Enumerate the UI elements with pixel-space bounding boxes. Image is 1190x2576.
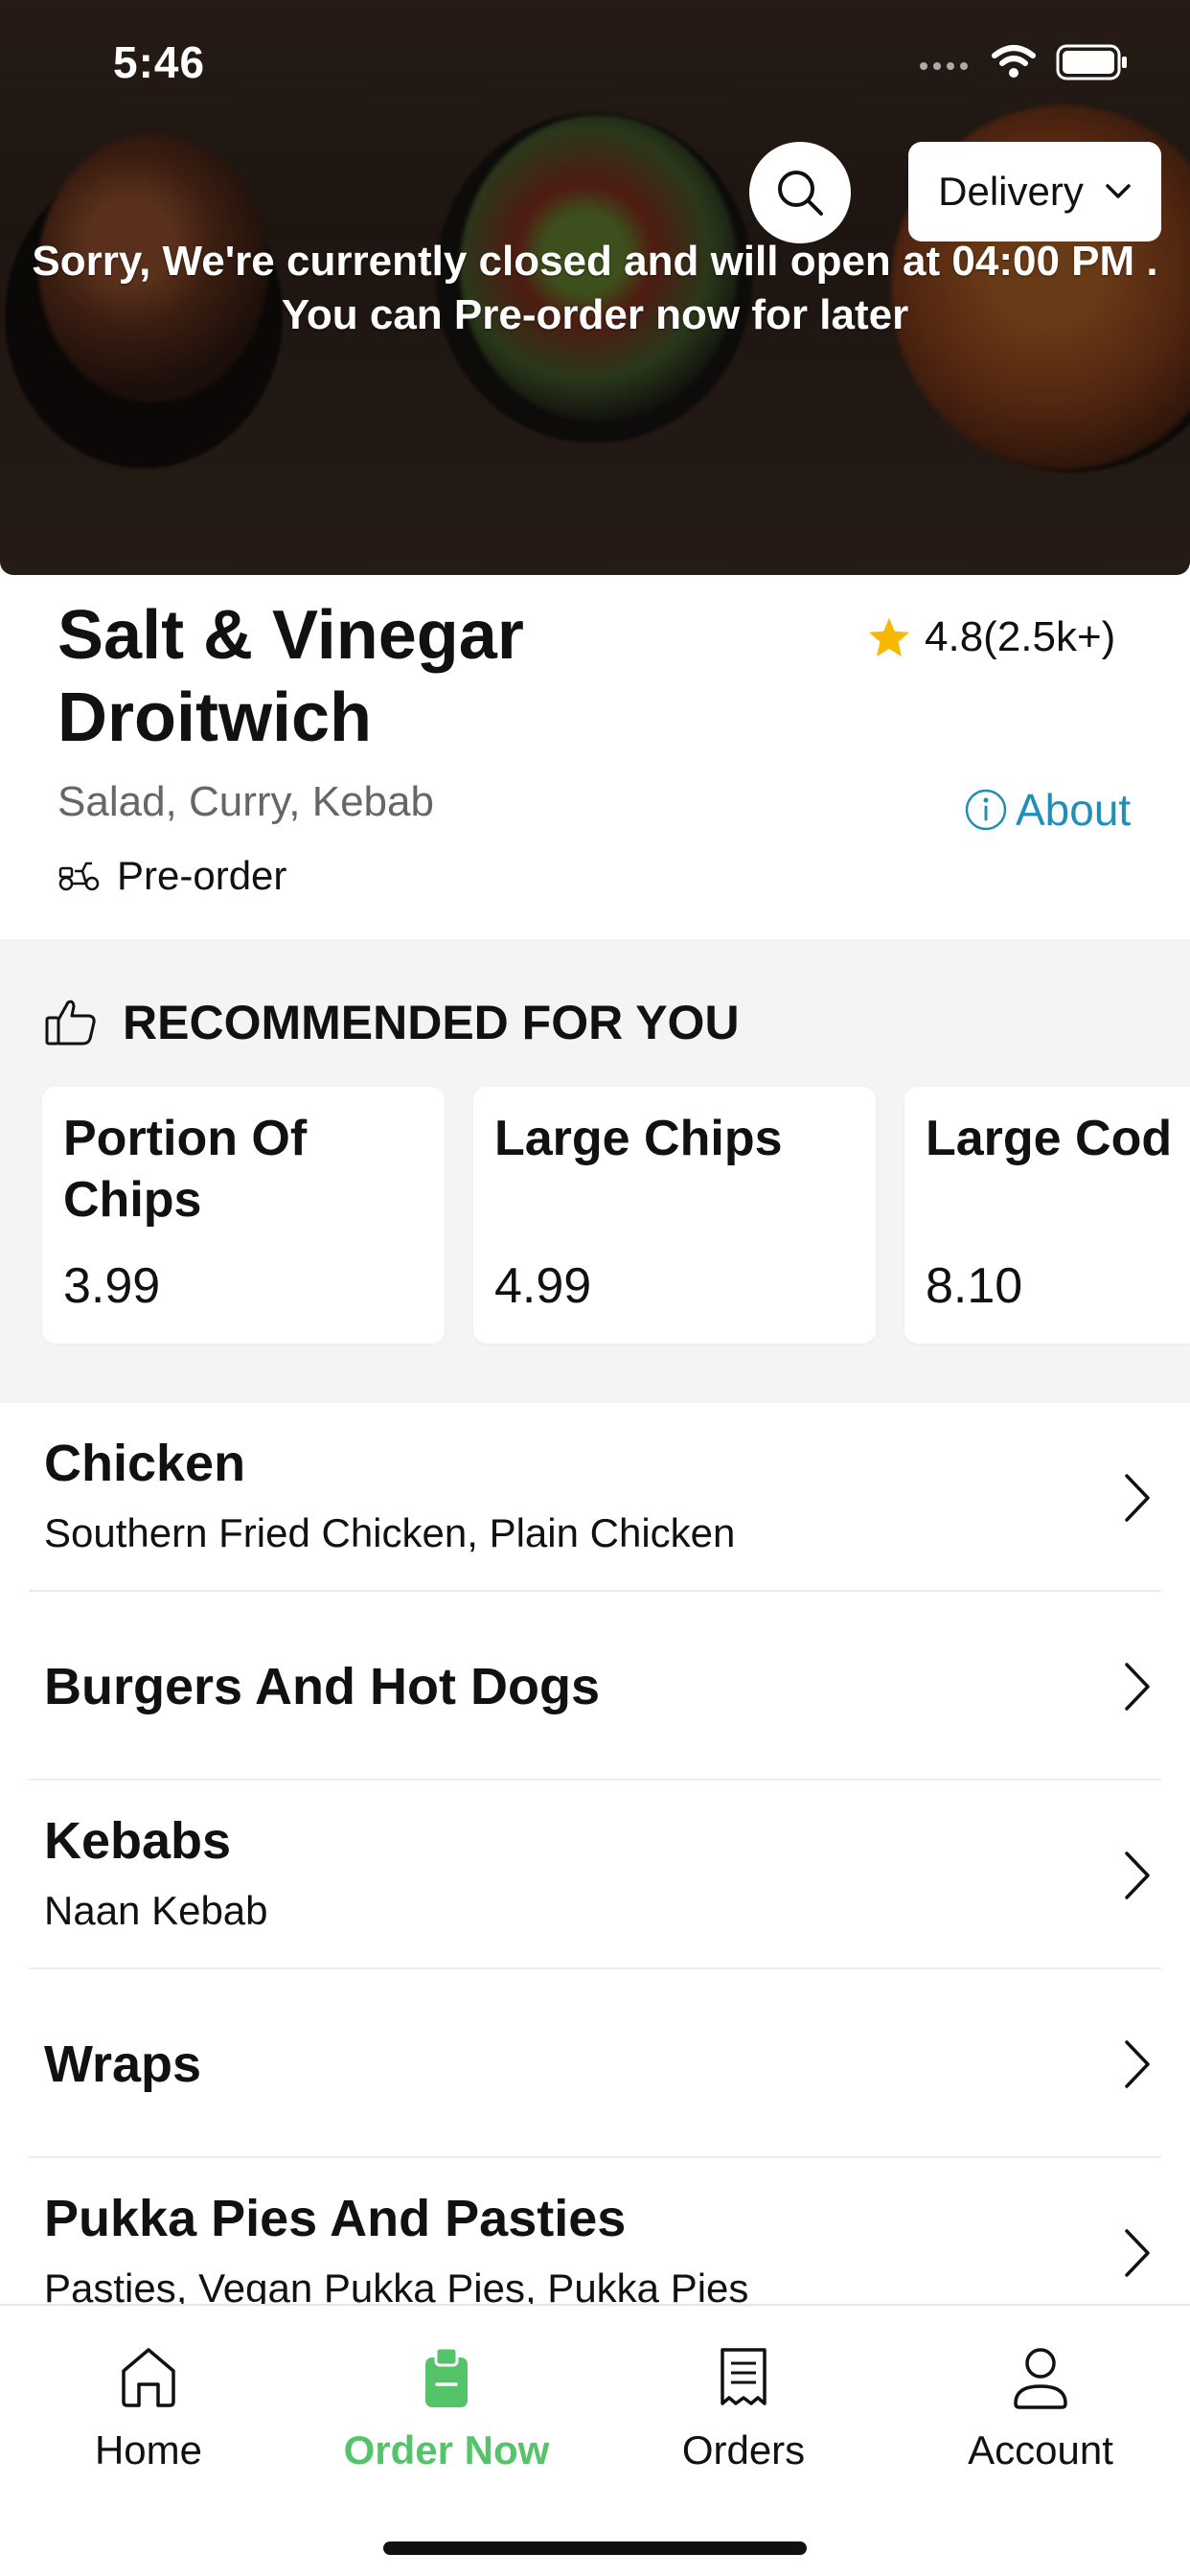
tab-label: Account — [968, 2427, 1113, 2472]
recommended-item-price: 4.99 — [494, 1258, 592, 1314]
restaurant-info: Salt & Vinegar Droitwich 4.8(2.5k+) Sala… — [0, 575, 1190, 939]
restaurant-hero-banner: 5:46 Delivery Sorry, We're currently clo… — [0, 0, 1190, 575]
category-subtitle: Pasties, Vegan Pukka Pies, Pukka Pies — [44, 2266, 749, 2304]
tab-label: Home — [94, 2427, 203, 2472]
chevron-down-icon — [1106, 184, 1131, 198]
tab-orders[interactable]: Orders — [619, 2344, 868, 2473]
about-label: About — [1016, 785, 1132, 835]
chevron-right-icon — [1125, 2229, 1150, 2277]
account-icon — [1014, 2348, 1067, 2409]
category-row-kebabs[interactable]: Kebabs Naan Kebab — [29, 1781, 1161, 1969]
recommended-item-name: Large Chips — [494, 1111, 783, 1166]
tab-order-now[interactable]: Order Now — [322, 2344, 571, 2473]
category-title: Kebabs — [44, 1812, 232, 1870]
category-subtitle: Naan Kebab — [44, 1888, 268, 1933]
scooter-icon — [58, 862, 100, 891]
home-indicator[interactable] — [383, 2542, 807, 2555]
thumbs-up-icon — [45, 1000, 96, 1046]
category-title: Burgers And Hot Dogs — [44, 1658, 600, 1715]
chevron-right-icon — [1125, 1663, 1150, 1711]
recommended-title: RECOMMENDED FOR YOU — [123, 996, 740, 1049]
recommended-header: RECOMMENDED FOR YOU — [44, 995, 740, 1050]
chevron-right-icon — [1125, 2040, 1150, 2088]
recommended-item-name: Portion Of Chips — [63, 1111, 308, 1228]
order-mode-indicator: Pre-order — [57, 853, 286, 899]
category-title: Wraps — [44, 2036, 202, 2093]
chevron-right-icon — [1125, 1474, 1150, 1522]
category-row-chicken[interactable]: Chicken Southern Fried Chicken, Plain Ch… — [29, 1403, 1161, 1592]
category-title: Pukka Pies And Pasties — [44, 2190, 627, 2247]
about-link[interactable]: About — [964, 784, 1131, 836]
search-icon — [778, 171, 823, 216]
restaurant-cuisines: Salad, Curry, Kebab — [57, 778, 434, 825]
rating-value: 4.8(2.5k+) — [925, 613, 1116, 660]
restaurant-name: Salt & Vinegar Droitwich — [57, 597, 524, 756]
delivery-mode-label: Delivery — [938, 169, 1084, 214]
star-icon — [868, 617, 910, 657]
recommended-item-price: 8.10 — [926, 1258, 1023, 1314]
tab-account[interactable]: Account — [916, 2344, 1165, 2473]
order-bag-icon — [425, 2346, 468, 2407]
tab-label: Orders — [681, 2427, 806, 2472]
category-row-burgers[interactable]: Burgers And Hot Dogs — [29, 1592, 1161, 1781]
wifi-icon — [992, 45, 1036, 78]
chevron-right-icon — [1125, 1852, 1150, 1899]
app-screen: 5:46 Delivery Sorry, We're currently clo… — [0, 0, 1190, 2576]
menu-category-list: Chicken Southern Fried Chicken, Plain Ch… — [0, 1403, 1190, 2304]
status-icons — [918, 44, 1129, 80]
recommended-item-card[interactable]: Large Cod 8.10 — [904, 1087, 1190, 1344]
tab-label: Order Now — [343, 2427, 550, 2472]
recommended-item-price: 3.99 — [63, 1258, 161, 1314]
search-button[interactable] — [749, 142, 851, 243]
recommended-item-card[interactable]: Large Chips 4.99 — [473, 1087, 876, 1344]
info-icon — [965, 789, 1007, 831]
category-title: Chicken — [44, 1435, 246, 1492]
cellular-signal-icon — [920, 62, 968, 70]
status-time: 5:46 — [113, 37, 206, 87]
closed-notice-line1: Sorry, We're currently closed and will o… — [32, 238, 1158, 285]
battery-icon — [1056, 44, 1127, 80]
home-icon — [122, 2348, 175, 2407]
category-row-pies[interactable]: Pukka Pies And Pasties Pasties, Vegan Pu… — [29, 2158, 1161, 2304]
category-row-wraps[interactable]: Wraps — [29, 1969, 1161, 2158]
recommended-item-card[interactable]: Portion Of Chips 3.99 — [42, 1087, 445, 1344]
closed-notice-line2: You can Pre-order now for later — [281, 291, 909, 338]
category-subtitle: Southern Fried Chicken, Plain Chicken — [44, 1510, 736, 1555]
bottom-tab-bar: Home Order Now Orders Account — [0, 2304, 1190, 2576]
order-mode-label: Pre-order — [117, 853, 287, 898]
tab-home[interactable]: Home — [24, 2344, 273, 2473]
delivery-mode-dropdown[interactable]: Delivery — [908, 142, 1161, 242]
receipt-icon — [721, 2348, 767, 2405]
closed-notice: Sorry, We're currently closed and will o… — [0, 235, 1190, 342]
recommended-section: RECOMMENDED FOR YOU Portion Of Chips 3.9… — [0, 939, 1190, 1403]
restaurant-rating: 4.8(2.5k+) — [867, 613, 1115, 661]
recommended-item-name: Large Cod — [926, 1111, 1173, 1166]
